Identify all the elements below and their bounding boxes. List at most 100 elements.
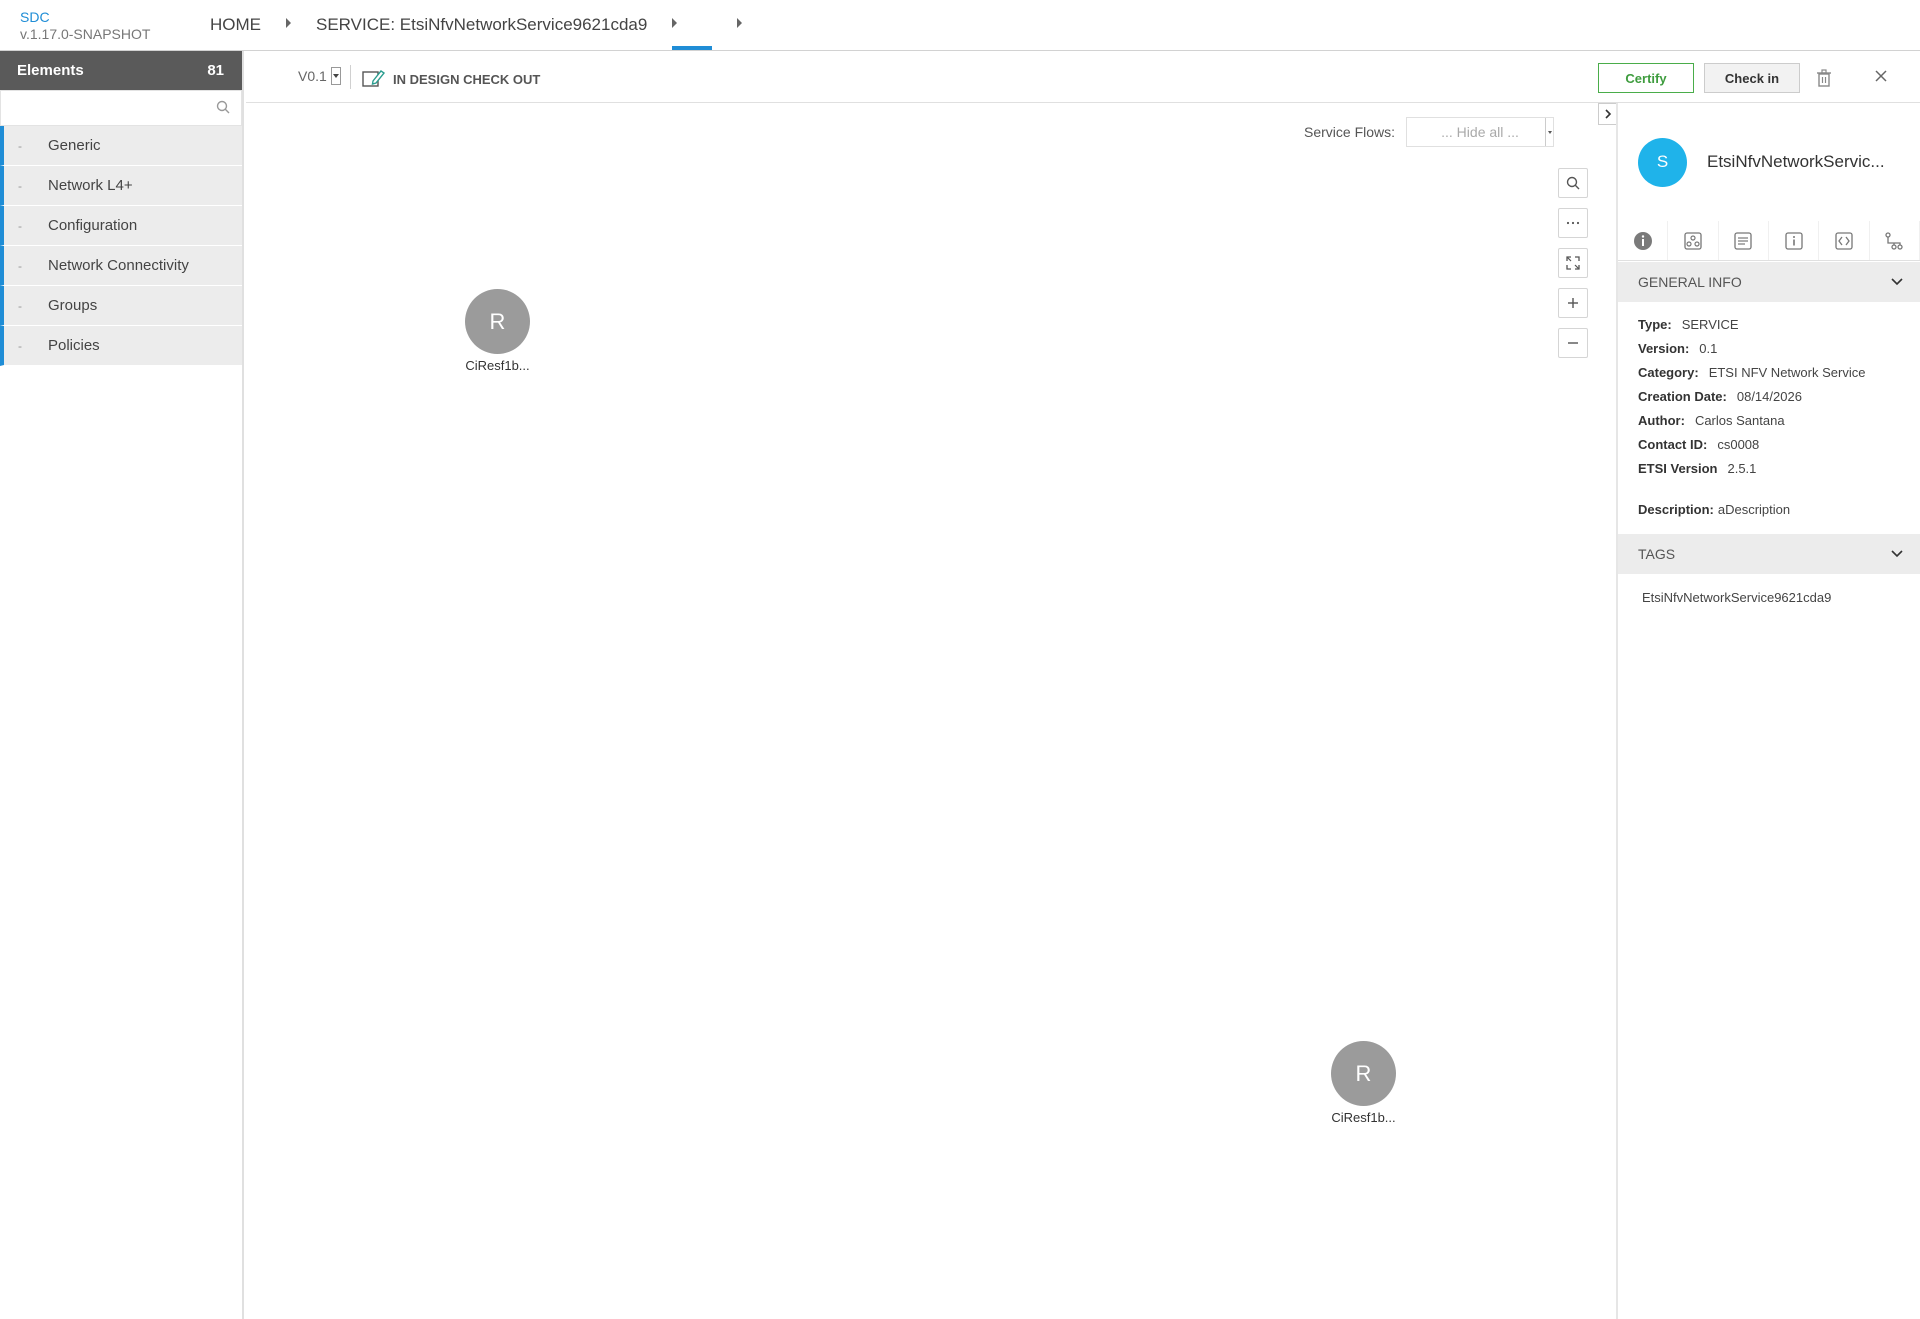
palette-groups: - Generic - Network L4+ - Configuration - Ne… [0,126,242,366]
info-value: ETSI NFV Network Service [1708,364,1866,380]
info-row-type: Type: SERVICE [1638,312,1900,336]
chevron-right-icon[interactable] [737,18,743,28]
tab-composition[interactable] [1870,221,1920,260]
chevron-right-icon[interactable] [672,18,678,28]
info-outline-icon [1784,231,1803,250]
info-value: 0.1 [1699,340,1718,356]
chevron-down-icon [1891,278,1903,286]
certify-button[interactable]: Certify [1598,63,1694,93]
chevron-right-icon[interactable] [286,18,291,28]
canvas-search-button[interactable] [1558,168,1588,198]
palette-group-configuration[interactable]: - Configuration [0,206,242,246]
composition-canvas[interactable]: Service Flows: ... Hide all ... R CiResf… [246,103,1616,1319]
more-icon [1566,221,1580,225]
info-key: Version: [1638,340,1690,356]
app-logo[interactable]: SDC v.1.17.0-SNAPSHOT [20,10,150,42]
tab-information-artifacts[interactable] [1719,221,1769,260]
details-panel: S EtsiNfvNetworkServic... GENERAL INFO T… [1616,103,1920,1319]
code-icon [1835,231,1853,250]
palette-group-label: Policies [48,337,100,354]
details-body: GENERAL INFO Type: SERVICE Version: 0.1 Ca… [1618,262,1920,621]
artifacts-icon [1684,231,1702,250]
info-key: Creation Date: [1638,388,1727,404]
close-icon[interactable] [1874,69,1888,88]
palette-group-generic[interactable]: - Generic [0,126,242,166]
info-key: Contact ID: [1638,436,1708,452]
tab-api[interactable] [1819,221,1870,260]
palette-group-label: Generic [48,137,101,154]
info-row-creation-date: Creation Date: 08/14/2026 [1638,384,1900,408]
palette-group-network-l4[interactable]: - Network L4+ [0,166,242,206]
info-row-contact-id: Contact ID: cs0008 [1638,432,1900,456]
collapse-dash: - [18,138,22,153]
info-value: aDescription [1717,501,1791,517]
palette-group-label: Groups [48,297,98,314]
info-key: Description: [1638,501,1714,517]
service-flows: Service Flows: ... Hide all ... [1304,117,1555,147]
trash-icon[interactable] [1816,69,1832,92]
service-flows-label: Service Flows: [1304,124,1396,140]
info-row-etsi-version: ETSI Version 2.5.1 [1638,456,1900,480]
tag-item: EtsiNfvNetworkService9621cda9 [1642,590,1832,605]
collapse-dash: - [18,338,22,353]
chevron-down-icon[interactable] [330,67,341,85]
workspace-toolbar: V0.1 IN DESIGN CHECK OUT Certify Check i… [246,51,1920,103]
info-row-author: Author: Carlos Santana [1638,408,1900,432]
zoom-in-button[interactable] [1558,288,1588,318]
version-select[interactable]: V0.1 [298,67,341,85]
breadcrumb: HOME SERVICE: EtsiNfvNetworkService9621c… [210,0,767,50]
tags-title: TAGS [1638,546,1676,562]
elements-palette: Elements 81 - Generic - Network L4+ - Confi… [0,51,244,1319]
tab-general-info[interactable] [1618,221,1669,260]
service-avatar: S [1638,137,1687,187]
palette-search-input[interactable] [0,90,242,126]
node-icon[interactable]: R [1331,1041,1396,1106]
chevron-right-icon [1604,109,1611,119]
app-version: v.1.17.0-SNAPSHOT [20,26,151,42]
general-info-title: GENERAL INFO [1638,274,1742,290]
collapse-dash: - [18,178,22,193]
details-tabs [1618,221,1920,261]
service-flows-value: ... Hide all ... [1441,124,1519,140]
palette-group-network-connectivity[interactable]: - Network Connectivity [0,246,242,286]
canvas-node[interactable]: R CiResf1b... [465,289,530,373]
info-value: cs0008 [1717,436,1760,452]
chevron-down-icon[interactable] [1545,118,1553,146]
check-in-button[interactable]: Check in [1704,63,1800,93]
general-info-header[interactable]: GENERAL INFO [1618,262,1920,302]
info-row-description: Description: aDescription [1638,494,1900,524]
tags-header[interactable]: TAGS [1618,534,1920,574]
node-label: CiResf1b... [465,358,530,373]
tab-deployment-artifacts[interactable] [1668,221,1719,260]
plus-icon [1568,298,1578,308]
toolbar-divider [350,65,351,89]
info-value: SERVICE [1681,316,1739,332]
expand-icon [1566,256,1580,270]
zoom-out-button[interactable] [1558,328,1588,358]
version-value: V0.1 [298,68,327,84]
palette-group-groups[interactable]: - Groups [0,286,242,326]
breadcrumb-service[interactable]: SERVICE: EtsiNfvNetworkService9621cda9 [316,15,647,35]
minus-icon [1568,342,1578,344]
tab-properties[interactable] [1769,221,1820,260]
canvas-node[interactable]: R CiResf1b... [1331,1041,1396,1125]
hierarchy-icon [1885,231,1903,250]
canvas-more-button[interactable] [1558,208,1588,238]
collapse-panel-toggle[interactable] [1598,103,1616,125]
palette-search [0,90,242,126]
breadcrumb-home[interactable]: HOME [210,15,261,35]
tags-content: EtsiNfvNetworkService9621cda9 [1618,574,1920,621]
search-icon[interactable] [216,100,230,119]
node-icon[interactable]: R [465,289,530,354]
service-flows-select[interactable]: ... Hide all ... [1406,117,1555,147]
collapse-dash: - [18,258,22,273]
collapse-dash: - [18,218,22,233]
palette-group-policies[interactable]: - Policies [0,326,242,366]
info-key: ETSI Version [1638,460,1718,476]
app-name: SDC [20,9,50,25]
info-filled-icon [1633,231,1652,250]
fit-to-screen-button[interactable] [1558,248,1588,278]
palette-count: 81 [207,62,224,79]
chevron-down-icon [1891,550,1903,558]
info-row-category: Category: ETSI NFV Network Service [1638,360,1900,384]
